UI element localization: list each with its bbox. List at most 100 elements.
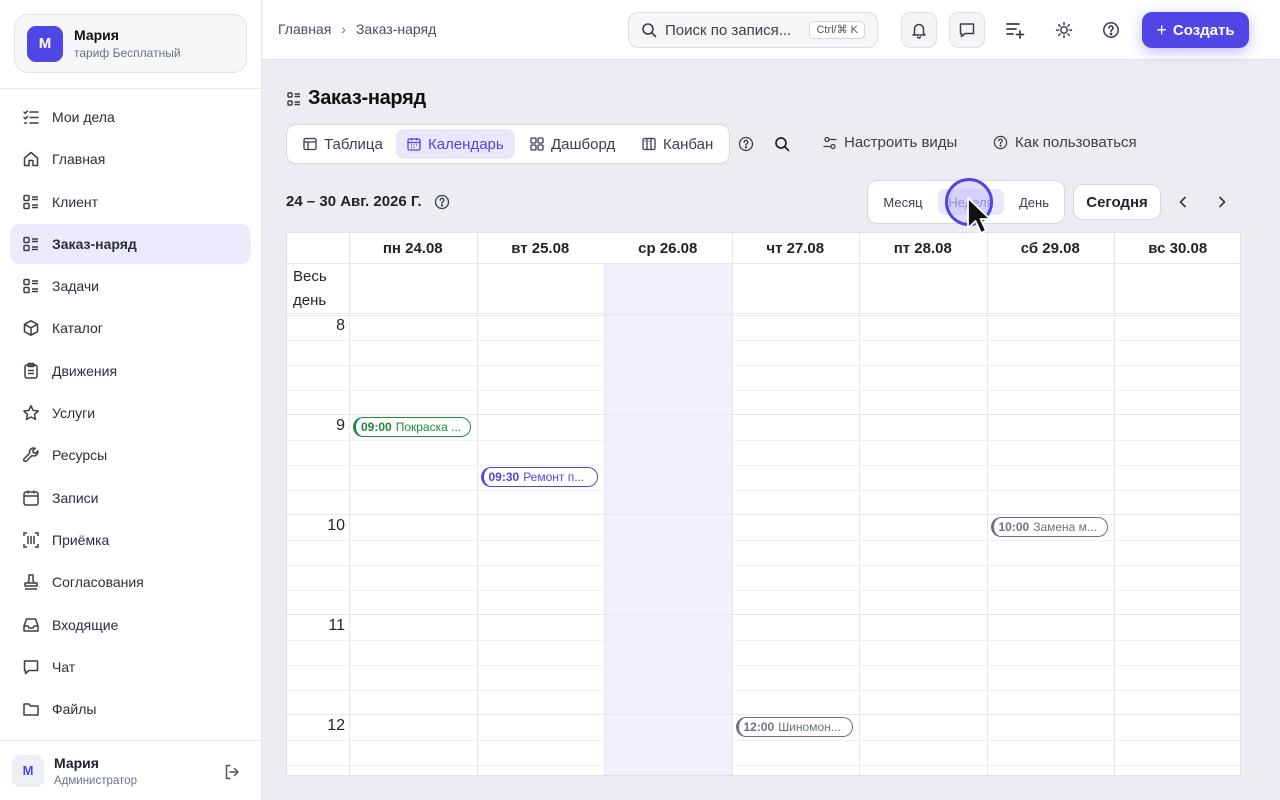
- sidebar-item-label: Каталог: [52, 320, 103, 337]
- theme-toggle-button[interactable]: [1046, 12, 1082, 48]
- sidebar-item-inbox[interactable]: Входящие: [10, 605, 251, 645]
- sidebar-item-chat[interactable]: Чат: [10, 647, 251, 687]
- table-icon: [303, 137, 317, 151]
- create-button[interactable]: + Создать: [1142, 12, 1249, 48]
- tab-label: Канбан: [663, 135, 714, 153]
- tab-table[interactable]: Таблица: [292, 129, 394, 159]
- day-header: ср 26.08: [638, 239, 698, 257]
- day-header: сб 29.08: [1020, 239, 1080, 257]
- logout-icon[interactable]: [223, 763, 241, 781]
- sidebar-item-approvals[interactable]: Согласования: [10, 562, 251, 602]
- tab-label: Таблица: [324, 135, 383, 153]
- chevron-left-icon: [1176, 195, 1190, 209]
- sidebar-item-files[interactable]: Файлы: [10, 689, 251, 729]
- calendar-event[interactable]: 10:00 Замена м...: [990, 517, 1108, 537]
- help-button[interactable]: [1093, 12, 1129, 48]
- sidebar-item-records[interactable]: Записи: [10, 478, 251, 518]
- calendar-event[interactable]: 09:00 Покраска ...: [353, 417, 471, 437]
- help-icon[interactable]: [434, 194, 450, 210]
- configure-views-button[interactable]: Настроить виды: [823, 134, 957, 151]
- home-icon: [22, 150, 40, 168]
- grid-line: [287, 740, 1240, 741]
- avatar[interactable]: М: [12, 754, 44, 787]
- sidebar-item-work-order[interactable]: Заказ-наряд: [10, 223, 251, 264]
- sidebar-item-client[interactable]: Клиент: [10, 182, 251, 222]
- grid-line: [287, 313, 1240, 314]
- sidebar-item-catalog[interactable]: Каталог: [10, 308, 251, 348]
- sidebar-item-home[interactable]: Главная: [10, 139, 251, 179]
- search-icon: [774, 136, 790, 152]
- sidebar-item-resources[interactable]: Ресурсы: [10, 435, 251, 475]
- hour-label: 8: [336, 317, 345, 334]
- mode-day[interactable]: День: [1008, 189, 1060, 215]
- date-range: 24 – 30 Авг. 2026 Г.: [286, 193, 450, 210]
- workspace-avatar: М: [27, 25, 63, 62]
- grid-line: [287, 365, 1240, 366]
- sidebar-item-my-tasks[interactable]: Мои дела: [10, 97, 251, 137]
- views-search-button[interactable]: [774, 136, 790, 152]
- event-title: Шиномон...: [778, 720, 841, 734]
- tab-dashboard[interactable]: Дашборд: [519, 129, 626, 159]
- workspace-switcher[interactable]: М Мария тариф Бесплатный: [14, 14, 247, 73]
- prev-week-button[interactable]: [1173, 192, 1193, 212]
- grid-line: [287, 540, 1240, 541]
- event-time: 09:00: [361, 420, 392, 434]
- sidebar-item-label: Движения: [52, 362, 118, 379]
- sidebar-item-movements[interactable]: Движения: [10, 351, 251, 391]
- help-icon: [1102, 21, 1120, 39]
- sidebar-item-label: Мои дела: [52, 109, 115, 125]
- grid-line: [287, 614, 1240, 615]
- sidebar-item-receiving[interactable]: Приёмка: [10, 520, 251, 560]
- sidebar-item-label: Клиент: [52, 193, 99, 210]
- next-week-button[interactable]: [1212, 192, 1232, 212]
- sidebar-item-label: Ресурсы: [52, 447, 108, 464]
- search-icon: [641, 22, 657, 38]
- sidebar-nav: Мои дела Главная Клиент Заказ-наряд Зада…: [10, 97, 251, 731]
- grid-line: [287, 440, 1240, 441]
- sidebar-item-label: Услуги: [52, 405, 96, 422]
- wrench-icon: [22, 446, 40, 464]
- kanban-icon: [642, 137, 656, 151]
- messages-button[interactable]: [949, 12, 985, 48]
- sidebar-item-label: Главная: [52, 151, 106, 168]
- chevron-right-icon: [1215, 195, 1229, 209]
- grid-line: [287, 414, 1240, 415]
- calendar-event[interactable]: 12:00 Шиномон...: [735, 717, 853, 737]
- help-icon: [993, 135, 1008, 150]
- list-add-icon: [1005, 20, 1025, 40]
- breadcrumb-current: Заказ-наряд: [355, 21, 437, 37]
- how-to-use-button[interactable]: Как пользоваться: [993, 134, 1137, 151]
- sidebar-item-tasks[interactable]: Задачи: [10, 266, 251, 306]
- tab-kanban[interactable]: Канбан: [631, 129, 724, 159]
- grid-line: [287, 263, 1240, 264]
- add-to-list-button[interactable]: [997, 12, 1033, 48]
- star-icon: [22, 404, 40, 422]
- today-button[interactable]: Сегодня: [1073, 184, 1161, 220]
- page-title: Заказ-наряд: [287, 87, 426, 110]
- breadcrumb: Главная › Заказ-наряд: [278, 21, 436, 37]
- sidebar-item-label: Задачи: [52, 278, 100, 295]
- grid-line: [287, 490, 1240, 491]
- mode-month[interactable]: Месяц: [874, 189, 932, 215]
- stamp-icon: [22, 573, 40, 591]
- sidebar: М Мария тариф Бесплатный Мои дела Главна…: [0, 0, 262, 800]
- scan-icon: [22, 531, 40, 549]
- tab-calendar[interactable]: Календарь: [396, 129, 515, 159]
- search-placeholder: Поиск по запися...: [665, 21, 792, 39]
- grid-line: [287, 640, 1240, 641]
- folder-icon: [22, 700, 40, 718]
- views-help-button[interactable]: [738, 136, 754, 152]
- page-title-text: Заказ-наряд: [308, 87, 426, 109]
- sidebar-item-label: Заказ-наряд: [52, 235, 137, 252]
- search-input[interactable]: Поиск по запися... Ctrl/⌘ K: [628, 12, 878, 48]
- notifications-button[interactable]: [901, 12, 937, 48]
- calendar-icon: [22, 489, 40, 507]
- clipboard-icon: [22, 362, 40, 380]
- help-icon: [738, 136, 754, 152]
- breadcrumb-home[interactable]: Главная: [278, 21, 331, 37]
- grid-line: [287, 514, 1240, 515]
- date-range-text: 24 – 30 Авг. 2026 Г.: [286, 193, 422, 210]
- grid-line: [287, 714, 1240, 715]
- sidebar-item-services[interactable]: Услуги: [10, 393, 251, 433]
- calendar-event[interactable]: 09:30 Ремонт п...: [480, 467, 598, 487]
